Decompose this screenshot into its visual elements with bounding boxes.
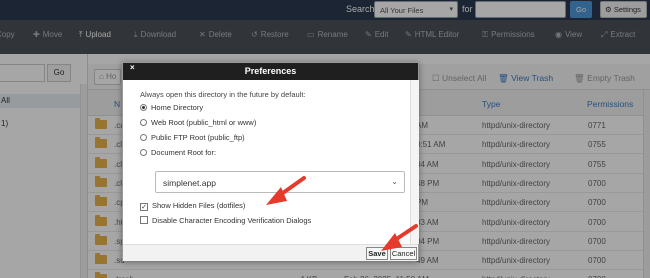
show-hidden-files-option[interactable]: ✓ Show Hidden Files (dotfiles)	[140, 201, 245, 211]
disable-encoding-checkbox[interactable]	[140, 216, 148, 224]
save-button[interactable]: Save	[366, 247, 388, 260]
disable-encoding-label: Disable Character Encoding Verification …	[152, 216, 312, 225]
chevron-down-icon: ⌄	[391, 177, 398, 186]
dialog-title: × Preferences	[123, 63, 418, 80]
home-directory-label: Home Directory	[151, 103, 204, 112]
public-ftp-label: Public FTP Root (public_ftp)	[151, 133, 245, 142]
document-root-option[interactable]: Document Root for:	[140, 148, 216, 157]
show-hidden-files-checkbox[interactable]: ✓	[140, 203, 148, 211]
document-root-radio[interactable]	[140, 149, 147, 156]
cancel-button[interactable]: Cancel	[390, 247, 417, 260]
public-ftp-option[interactable]: Public FTP Root (public_ftp)	[140, 133, 245, 142]
show-hidden-files-label: Show Hidden Files (dotfiles)	[152, 201, 246, 210]
dialog-scrollbar[interactable]	[410, 80, 419, 244]
public-ftp-radio[interactable]	[140, 134, 147, 141]
document-root-value: simplenet.app	[163, 178, 216, 188]
default-directory-intro: Always open this directory in the future…	[140, 90, 306, 99]
document-root-select[interactable]: simplenet.app ⌄	[155, 171, 405, 193]
close-icon[interactable]: ×	[130, 63, 135, 73]
dialog-title-text: Preferences	[244, 66, 297, 76]
preferences-dialog: × Preferences Always open this directory…	[122, 62, 419, 261]
home-directory-option[interactable]: Home Directory	[140, 103, 203, 112]
dialog-footer: Save Cancel	[123, 244, 418, 261]
disable-encoding-option[interactable]: Disable Character Encoding Verification …	[140, 216, 311, 225]
web-root-option[interactable]: Web Root (public_html or www)	[140, 118, 256, 127]
web-root-radio[interactable]	[140, 119, 147, 126]
home-directory-radio[interactable]	[140, 104, 147, 111]
document-root-label: Document Root for:	[151, 148, 217, 157]
web-root-label: Web Root (public_html or www)	[151, 118, 257, 127]
dialog-body: Always open this directory in the future…	[123, 80, 410, 244]
